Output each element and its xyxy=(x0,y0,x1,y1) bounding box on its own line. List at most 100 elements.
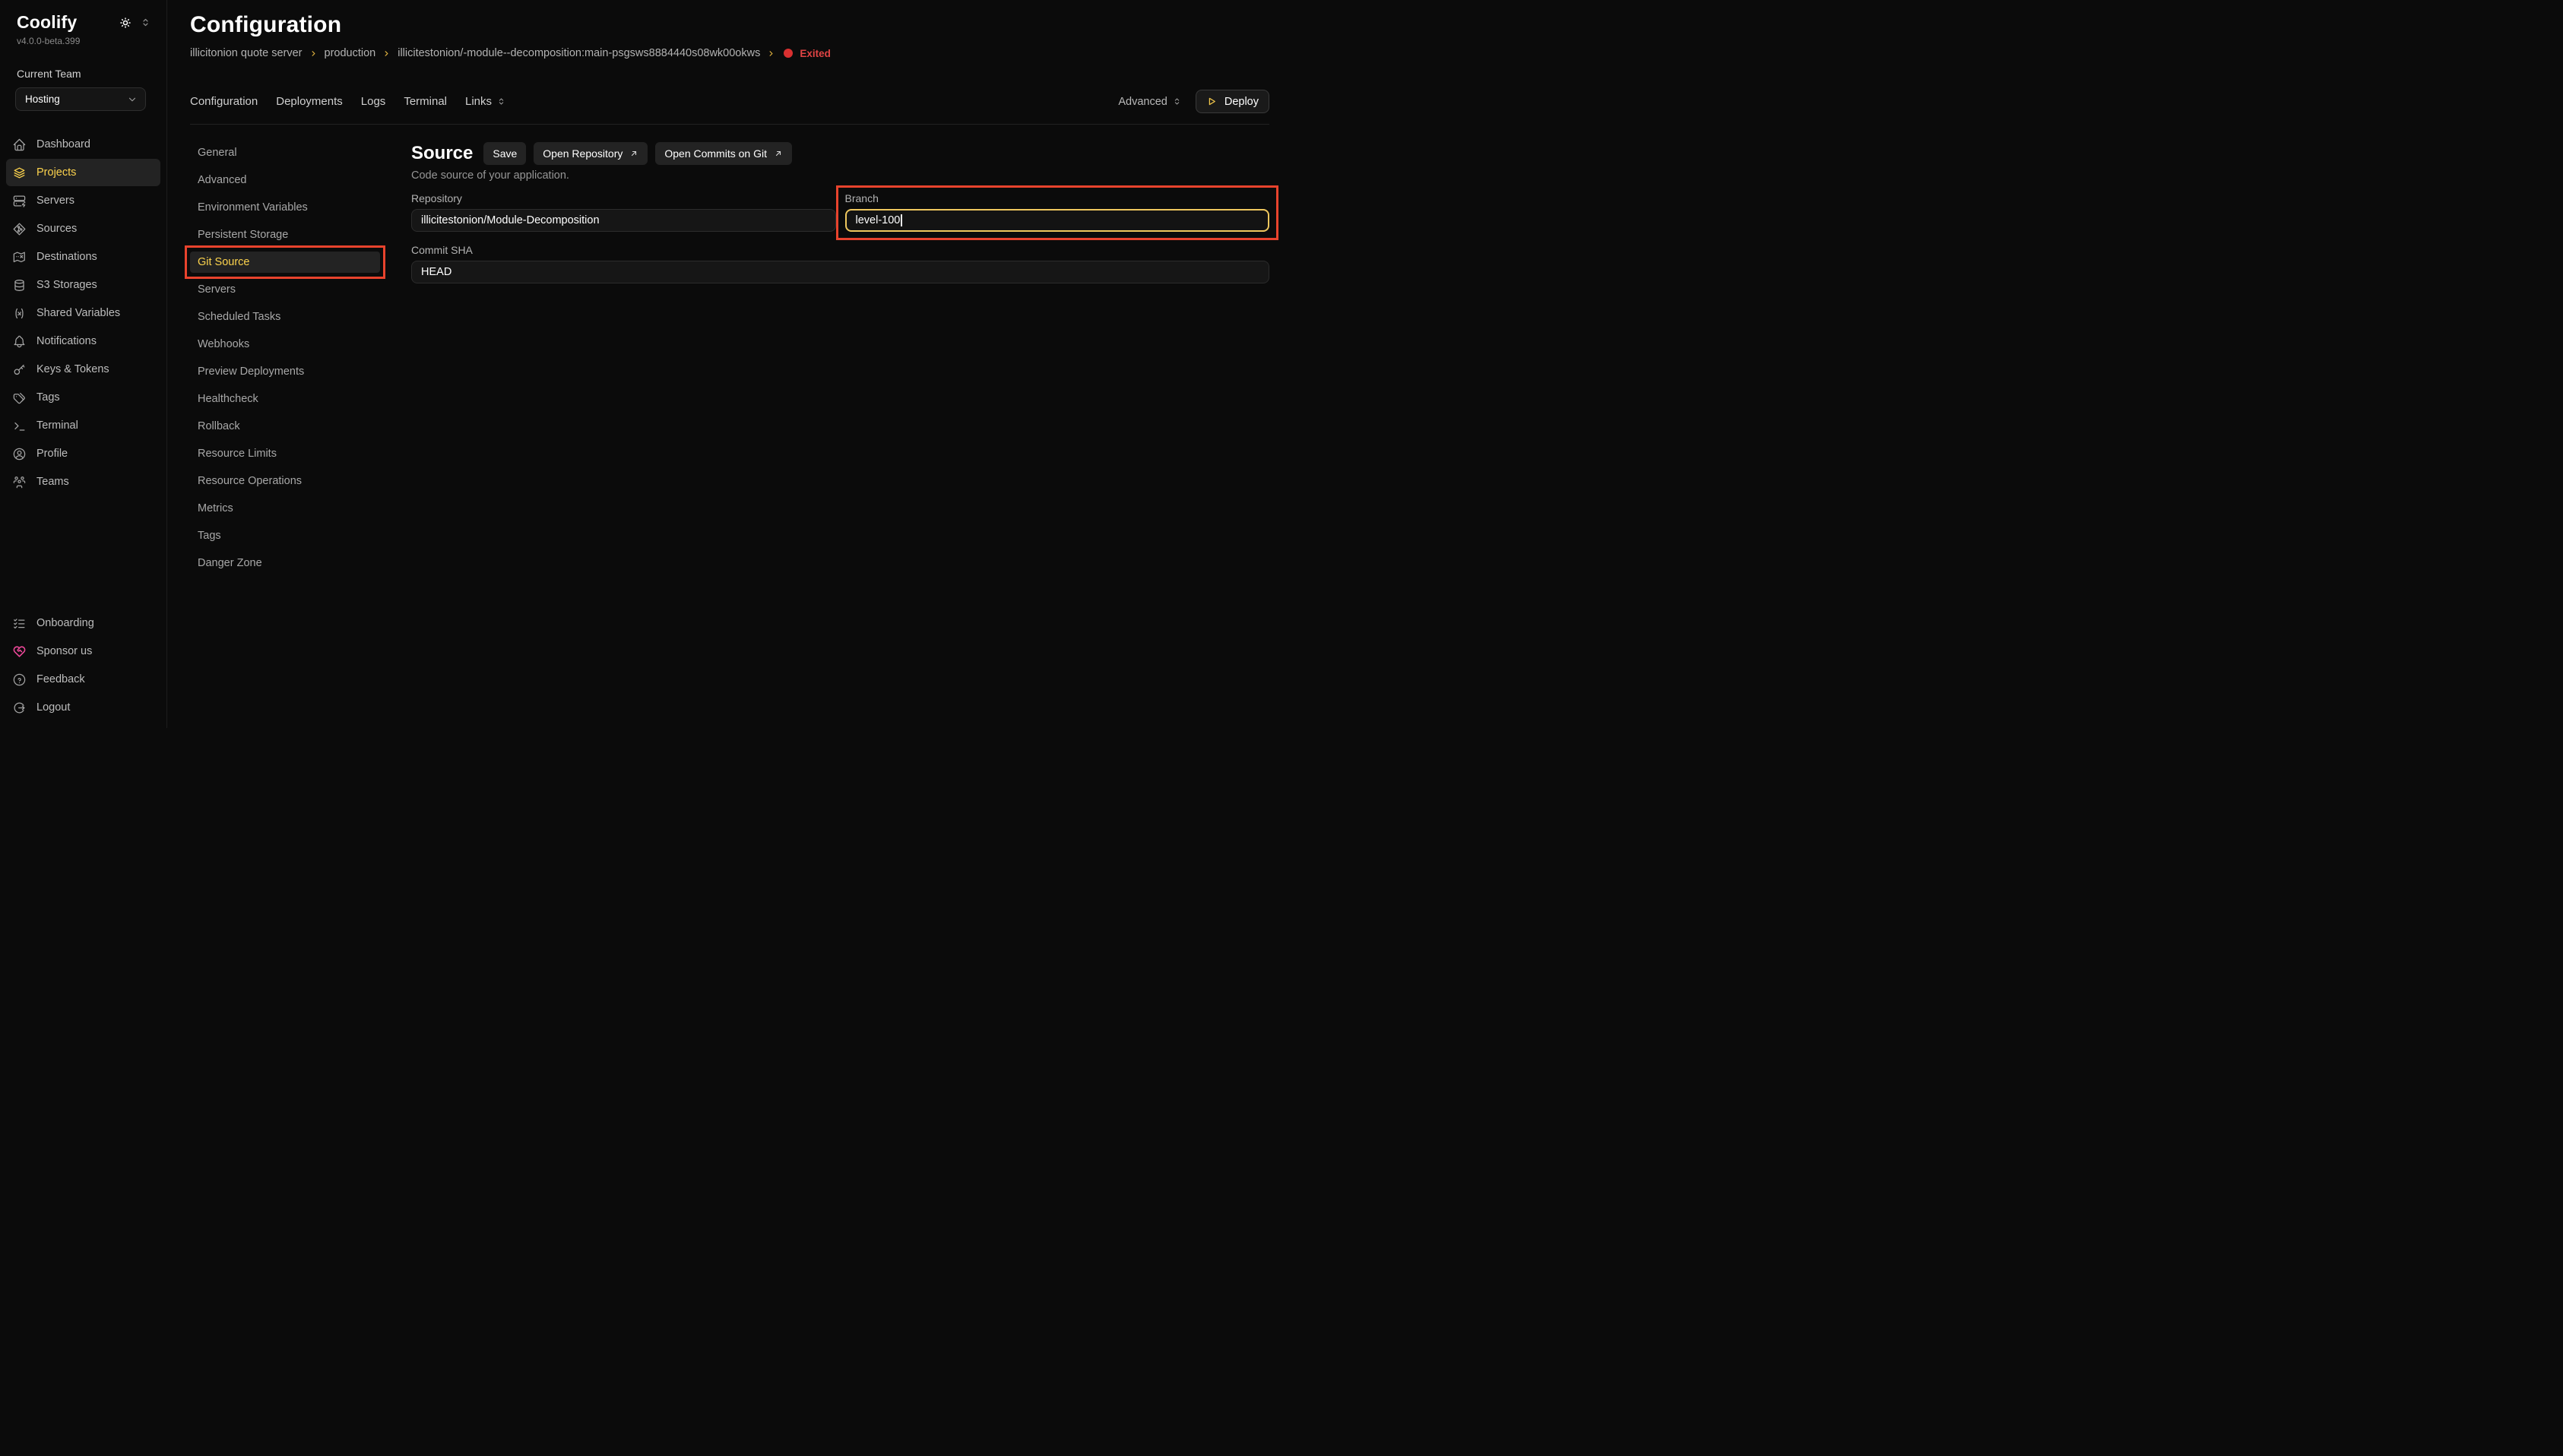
breadcrumb-application[interactable]: illicitestonion/-module--decomposition:m… xyxy=(398,47,760,59)
app-version: v4.0.0-beta.399 xyxy=(0,33,166,46)
tab-terminal[interactable]: Terminal xyxy=(404,95,447,108)
sidebar-item-terminal[interactable]: Terminal xyxy=(6,412,160,439)
database-icon xyxy=(12,278,27,293)
sidebar-item-teams[interactable]: Teams xyxy=(6,468,160,495)
sidebar-item-label: Keys & Tokens xyxy=(36,363,109,375)
subnav-healthcheck[interactable]: Healthcheck xyxy=(190,388,380,410)
source-heading-row: Source Save Open Repository Open Commits… xyxy=(411,142,1269,165)
tabs: Configuration Deployments Logs Terminal … xyxy=(190,95,506,108)
sidebar-item-tags[interactable]: Tags xyxy=(6,384,160,411)
subnav-metrics[interactable]: Metrics xyxy=(190,498,380,519)
branch-field-group: Branch level-100 xyxy=(845,192,1270,232)
repository-input[interactable]: illicitestonion/Module-Decomposition xyxy=(411,209,836,232)
chevron-right-icon xyxy=(382,49,391,58)
sidebar-item-s3-storages[interactable]: S3 Storages xyxy=(6,271,160,299)
checklist-icon xyxy=(12,616,27,631)
sidebar-item-label: Notifications xyxy=(36,335,97,347)
sidebar-item-sources[interactable]: Sources xyxy=(6,215,160,242)
sidebar: Coolify v4.0.0-beta.399 Current Team Hos… xyxy=(0,0,167,728)
subnav-servers[interactable]: Servers xyxy=(190,279,380,300)
theme-toggle-sun-icon[interactable] xyxy=(119,16,132,30)
variable-icon xyxy=(12,306,27,321)
sidebar-item-label: S3 Storages xyxy=(36,279,97,291)
tabs-actions: Advanced Deploy xyxy=(1118,90,1269,113)
terminal-icon xyxy=(12,419,27,433)
breadcrumb-project[interactable]: illicitonion quote server xyxy=(190,47,303,59)
sidebar-item-logout[interactable]: Logout xyxy=(6,694,160,721)
sidebar-item-keys-tokens[interactable]: Keys & Tokens xyxy=(6,356,160,383)
sidebar-item-label: Sources xyxy=(36,223,77,235)
sidebar-item-label: Profile xyxy=(36,448,68,460)
subnav-resource-operations[interactable]: Resource Operations xyxy=(190,470,380,492)
sidebar-item-feedback[interactable]: Feedback xyxy=(6,666,160,693)
sidebar-item-label: Destinations xyxy=(36,251,97,263)
source-section: Source Save Open Repository Open Commits… xyxy=(411,142,1269,580)
open-commits-label: Open Commits on Git xyxy=(664,147,767,160)
sidebar-item-label: Sponsor us xyxy=(36,645,92,657)
sidebar-item-label: Tags xyxy=(36,391,60,404)
sidebar-item-onboarding[interactable]: Onboarding xyxy=(6,609,160,637)
advanced-menu[interactable]: Advanced xyxy=(1118,96,1182,108)
sidebar-item-dashboard[interactable]: Dashboard xyxy=(6,131,160,158)
subnav-advanced[interactable]: Advanced xyxy=(190,169,380,191)
subnav-rollback[interactable]: Rollback xyxy=(190,416,380,437)
advanced-label: Advanced xyxy=(1118,96,1167,108)
page-title: Configuration xyxy=(190,12,1269,38)
save-button[interactable]: Save xyxy=(483,142,526,165)
subnav-persistent-storage[interactable]: Persistent Storage xyxy=(190,224,380,245)
chevron-right-icon xyxy=(309,49,318,58)
sidebar-collapse-icon[interactable] xyxy=(140,17,151,28)
subnav-scheduled-tasks[interactable]: Scheduled Tasks xyxy=(190,306,380,328)
subnav-webhooks[interactable]: Webhooks xyxy=(190,334,380,355)
git-source-icon xyxy=(12,222,27,236)
sidebar-nav: Dashboard Projects Servers Sources Desti… xyxy=(0,131,166,495)
sidebar-header: Coolify xyxy=(0,12,166,33)
sidebar-item-sponsor-us[interactable]: Sponsor us xyxy=(6,638,160,665)
sidebar-item-projects[interactable]: Projects xyxy=(6,159,160,186)
subnav-git-source[interactable]: Git Source xyxy=(190,252,380,273)
tab-logs[interactable]: Logs xyxy=(361,95,386,108)
app-logo[interactable]: Coolify xyxy=(17,12,77,33)
open-repository-button[interactable]: Open Repository xyxy=(534,142,648,165)
commit-sha-input[interactable]: HEAD xyxy=(411,261,1269,283)
sidebar-item-label: Teams xyxy=(36,476,69,488)
team-select[interactable]: Hosting xyxy=(15,87,146,111)
external-link-icon xyxy=(774,149,783,158)
subnav-resource-limits[interactable]: Resource Limits xyxy=(190,443,380,464)
tab-deployments[interactable]: Deployments xyxy=(276,95,343,108)
section-description: Code source of your application. xyxy=(411,169,1269,182)
sidebar-item-label: Shared Variables xyxy=(36,307,120,319)
subnav-danger-zone[interactable]: Danger Zone xyxy=(190,552,380,574)
tab-configuration[interactable]: Configuration xyxy=(190,95,258,108)
open-commits-button[interactable]: Open Commits on Git xyxy=(655,142,792,165)
commit-sha-field-group: Commit SHA HEAD xyxy=(411,244,1269,283)
users-group-icon xyxy=(12,475,27,489)
sidebar-item-label: Dashboard xyxy=(36,138,90,150)
subnav-preview-deployments[interactable]: Preview Deployments xyxy=(190,361,380,382)
repository-field-group: Repository illicitestonion/Module-Decomp… xyxy=(411,192,836,232)
subnav-environment-variables[interactable]: Environment Variables xyxy=(190,197,380,218)
section-title: Source xyxy=(411,143,473,164)
sidebar-item-label: Servers xyxy=(36,195,74,207)
tags-icon xyxy=(12,391,27,405)
source-form: Repository illicitestonion/Module-Decomp… xyxy=(411,192,1269,283)
sidebar-item-profile[interactable]: Profile xyxy=(6,440,160,467)
tab-links[interactable]: Links xyxy=(465,95,506,108)
branch-input[interactable]: level-100 xyxy=(845,209,1270,232)
sidebar-item-destinations[interactable]: Destinations xyxy=(6,243,160,271)
subnav-tags[interactable]: Tags xyxy=(190,525,380,546)
main: Configuration illicitonion quote server … xyxy=(167,0,1282,728)
bell-icon xyxy=(12,334,27,349)
commit-sha-value: HEAD xyxy=(421,266,451,278)
subnav-general[interactable]: General xyxy=(190,142,380,163)
map-icon xyxy=(12,250,27,264)
sidebar-item-label: Onboarding xyxy=(36,617,94,629)
subnav-git-source-wrap: Git Source xyxy=(190,252,380,273)
sidebar-item-notifications[interactable]: Notifications xyxy=(6,328,160,355)
sidebar-item-servers[interactable]: Servers xyxy=(6,187,160,214)
branch-label: Branch xyxy=(845,192,1270,204)
current-team-label: Current Team xyxy=(0,68,166,80)
breadcrumb-environment[interactable]: production xyxy=(325,47,376,59)
sidebar-item-shared-variables[interactable]: Shared Variables xyxy=(6,299,160,327)
deploy-button[interactable]: Deploy xyxy=(1196,90,1269,113)
